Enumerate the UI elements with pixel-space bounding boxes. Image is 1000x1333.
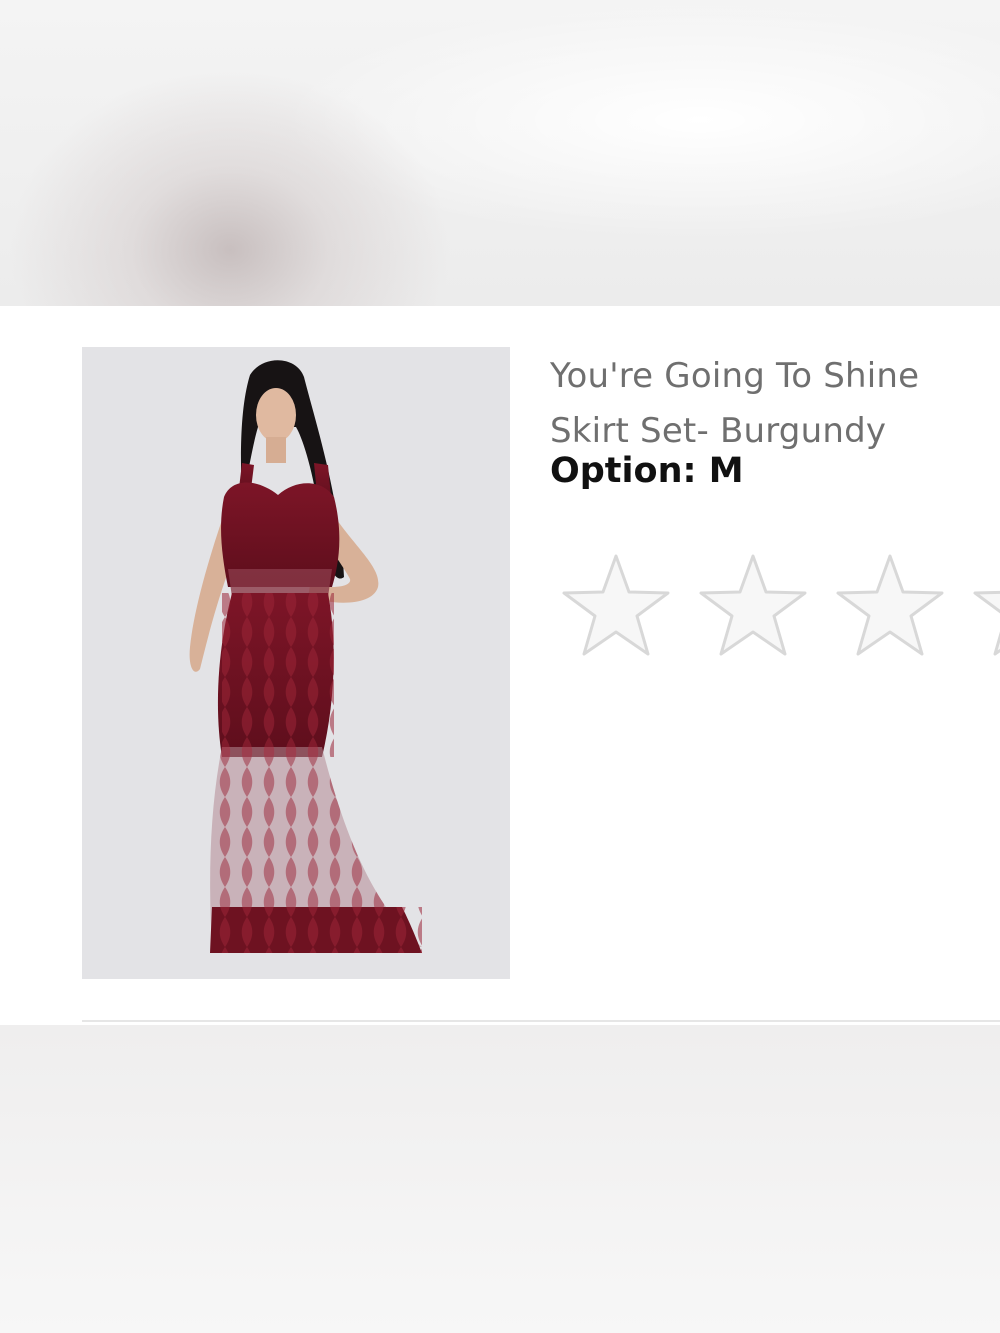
star-icon-3[interactable]	[834, 552, 946, 660]
option-label: Option:	[550, 451, 697, 491]
product-title[interactable]: You're Going To Shine Skirt Set- Burgund…	[550, 349, 990, 459]
star-rating	[560, 552, 1000, 662]
product-image[interactable]	[82, 347, 510, 979]
blurred-background-bottom	[0, 1025, 1000, 1333]
star-icon-2[interactable]	[697, 552, 809, 660]
option-value: M	[708, 451, 744, 491]
product-title-line-1: You're Going To Shine	[550, 356, 920, 396]
star-icon-1[interactable]	[560, 552, 672, 660]
blurred-background-top	[0, 0, 1000, 306]
card-divider	[82, 1020, 1000, 1022]
star-icon-4[interactable]	[971, 552, 1000, 660]
order-item-card: You're Going To Shine Skirt Set- Burgund…	[0, 306, 1000, 1025]
dress-photo-icon	[82, 347, 510, 979]
product-option: Option: M	[550, 451, 744, 491]
